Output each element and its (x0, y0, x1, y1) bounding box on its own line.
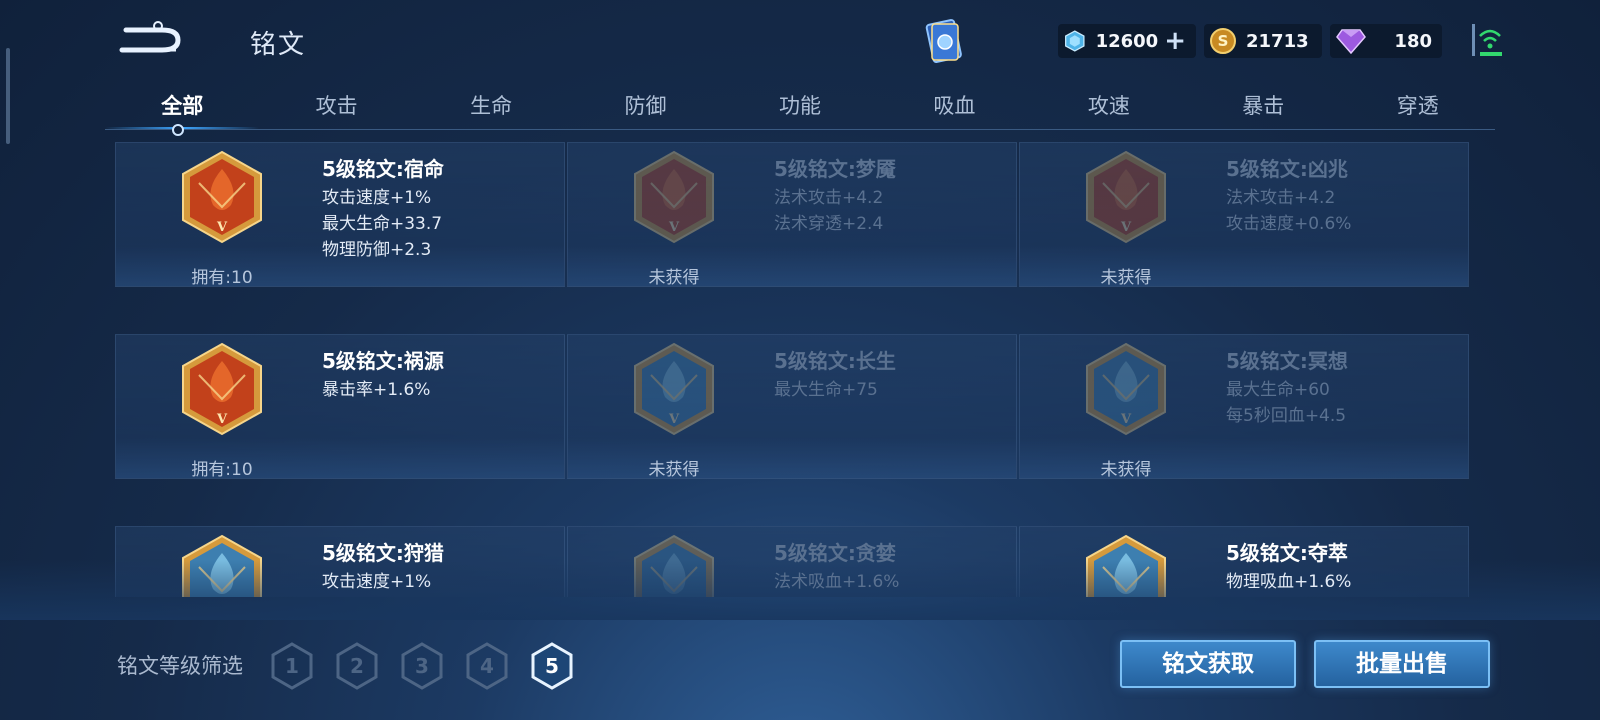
category-tabs: 全部 攻击 生命 防御 功能 吸血 攻速 暴击 穿透 (105, 86, 1495, 130)
inscription-stats: 攻击速度+1% (322, 569, 431, 595)
stat-line: 攻击速度+1% (322, 572, 432, 592)
diamond-coupon-counter: 12600 + (1058, 24, 1196, 58)
inscription-name: 5级铭文:梦魇 (774, 157, 896, 181)
svg-text:S: S (1218, 32, 1229, 50)
owned-count: 未获得 (648, 268, 700, 288)
inscription-gem-icon: V (631, 341, 717, 437)
add-currency-button[interactable]: + (1164, 28, 1186, 54)
inscription-stats: 法术攻击+4.2 法术穿透+2.4 (774, 185, 883, 237)
gold-coin-icon: S (1210, 28, 1236, 54)
inscription-card[interactable]: V 5级铭文:冥想最大生命+60 每5秒回血+4.5 未获得 (1019, 334, 1469, 480)
stat-line: 物理吸血+1.6% (1226, 572, 1352, 592)
owned-count: 未获得 (1100, 460, 1152, 480)
diamond-coupon-icon (1065, 30, 1085, 52)
owned-count: 未获得 (648, 460, 700, 480)
back-arrow-icon (119, 21, 181, 53)
inscription-stats: 法术吸血+1.6% (774, 569, 899, 595)
inscription-gem-icon: V (179, 149, 265, 245)
level-filter-number: 5 (545, 654, 559, 678)
inscription-gem-icon: V (1083, 341, 1169, 437)
tab-4[interactable]: 功能 (723, 86, 877, 130)
inscription-stats: 法术攻击+4.2 攻击速度+0.6% (1226, 185, 1351, 237)
inscription-stats: 攻击速度+1% 最大生命+33.7 物理防御+2.3 (322, 185, 442, 263)
tab-2[interactable]: 生命 (414, 86, 568, 130)
stat-line: 攻击速度+1% (322, 188, 432, 208)
stat-line: 攻击速度+0.6% (1226, 214, 1352, 234)
level-filter-number: 3 (415, 654, 429, 678)
inscription-card[interactable]: V 5级铭文:凶兆法术攻击+4.2 攻击速度+0.6% 未获得 (1019, 142, 1469, 288)
svg-text:V: V (668, 412, 680, 427)
purple-gem-counter: 180 (1330, 24, 1442, 58)
stat-line: 暴击率+1.6% (322, 380, 431, 400)
back-button[interactable] (118, 20, 190, 60)
inscription-gem-icon: V (179, 341, 265, 437)
acquire-inscription-button[interactable]: 铭文获取 (1120, 640, 1296, 688)
inscription-card[interactable]: V 5级铭文:梦魇法术攻击+4.2 法术穿透+2.4 未获得 (567, 142, 1017, 288)
stat-line: 法术吸血+1.6% (774, 572, 900, 592)
owned-count: 拥有:10 (191, 460, 253, 480)
level-filter-1[interactable]: 1 (270, 642, 314, 690)
purple-gem-value: 180 (1394, 30, 1432, 52)
inscription-stats: 暴击率+1.6% (322, 377, 430, 403)
network-status-icon (1470, 22, 1504, 58)
inscription-gem-icon: V (1083, 149, 1169, 245)
inscription-name: 5级铭文:祸源 (322, 349, 444, 373)
level-filter-number: 2 (350, 654, 364, 678)
stat-line: 最大生命+75 (774, 380, 878, 400)
inscription-card[interactable]: V 5级铭文:宿命攻击速度+1% 最大生命+33.7 物理防御+2.3 拥有:10 (115, 142, 565, 288)
inscription-stats: 最大生命+75 (774, 377, 878, 403)
owned-count: 未获得 (1100, 268, 1152, 288)
level-filter-label: 铭文等级筛选 (117, 654, 243, 678)
level-filter-4[interactable]: 4 (465, 642, 509, 690)
tab-8[interactable]: 穿透 (1341, 86, 1495, 130)
inscription-card[interactable]: V 5级铭文:祸源暴击率+1.6% 拥有:10 (115, 334, 565, 480)
inscription-name: 5级铭文:宿命 (322, 157, 444, 181)
tab-0[interactable]: 全部 (105, 86, 260, 130)
scrollbar-handle[interactable] (6, 48, 10, 144)
gold-coin-value: 21713 (1246, 30, 1309, 52)
inscription-stats: 物理吸血+1.6% (1226, 569, 1351, 595)
svg-text:V: V (668, 220, 680, 235)
bulk-sell-button[interactable]: 批量出售 (1314, 640, 1490, 688)
svg-text:V: V (1120, 412, 1132, 427)
stat-line: 每5秒回血+4.5 (1226, 406, 1347, 426)
inscription-name: 5级铭文:冥想 (1226, 349, 1348, 373)
tabs-divider (105, 129, 1495, 130)
inscription-grid: V 5级铭文:宿命攻击速度+1% 最大生命+33.7 物理防御+2.3 拥有:10 V 5级… (115, 142, 1485, 597)
active-tab-indicator (172, 124, 184, 136)
level-filter-3[interactable]: 3 (400, 642, 444, 690)
level-filter-number: 4 (480, 654, 494, 678)
level-filter-2[interactable]: 2 (335, 642, 379, 690)
inscription-card[interactable]: V 5级铭文:长生最大生命+75 未获得 (567, 334, 1017, 480)
svg-text:V: V (216, 220, 228, 235)
stat-line: 最大生命+33.7 (322, 214, 443, 234)
diamond-coupon-value: 12600 (1095, 30, 1159, 52)
inscription-stats: 最大生命+60 每5秒回血+4.5 (1226, 377, 1346, 429)
stat-line: 法术穿透+2.4 (774, 214, 884, 234)
tab-1[interactable]: 攻击 (259, 86, 413, 130)
stat-line: 物理防御+2.3 (322, 240, 432, 260)
svg-text:V: V (216, 412, 228, 427)
stat-line: 法术攻击+4.2 (774, 188, 884, 208)
page-title: 铭文 (250, 30, 307, 60)
tab-7[interactable]: 暴击 (1186, 86, 1340, 130)
inscription-book-icon[interactable] (920, 18, 968, 66)
gold-coin-counter: S 21713 (1204, 24, 1322, 58)
level-filter-number: 1 (285, 654, 299, 678)
inscription-name: 5级铭文:凶兆 (1226, 157, 1348, 181)
tab-6[interactable]: 攻速 (1032, 86, 1186, 130)
owned-count: 拥有:10 (191, 268, 253, 288)
inscription-name: 5级铭文:长生 (774, 349, 896, 373)
tab-3[interactable]: 防御 (568, 86, 722, 130)
inscription-gem-icon: V (631, 149, 717, 245)
level-filter-5[interactable]: 5 (530, 642, 574, 690)
svg-text:V: V (1120, 220, 1132, 235)
tab-5[interactable]: 吸血 (877, 86, 1031, 130)
purple-gem-icon (1336, 29, 1366, 54)
stat-line: 法术攻击+4.2 (1226, 188, 1336, 208)
stat-line: 最大生命+60 (1226, 380, 1330, 400)
